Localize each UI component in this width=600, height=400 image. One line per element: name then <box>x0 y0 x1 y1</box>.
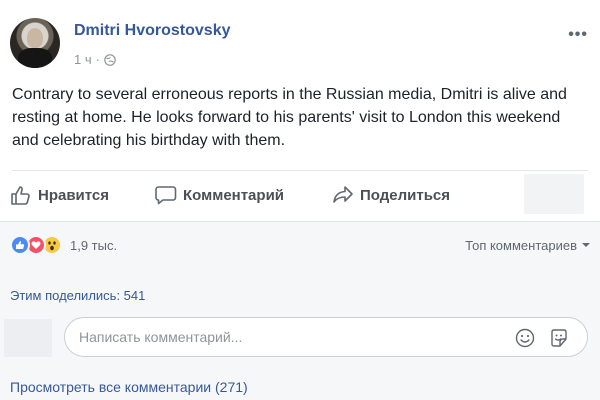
comment-input[interactable]: Написать комментарий... <box>64 317 588 357</box>
avatar-face <box>27 28 43 48</box>
post-header: Dmitri Hvorostovsky 1 ч · ••• <box>10 14 590 74</box>
reaction-count[interactable]: 1,9 тыс. <box>70 238 117 253</box>
sticker-icon[interactable] <box>549 328 569 348</box>
caret-down-icon <box>582 243 590 247</box>
meta-separator: · <box>95 52 100 67</box>
comment-button[interactable]: Комментарий <box>155 185 332 205</box>
reaction-icons[interactable] <box>10 235 62 255</box>
comment-input-placeholder: Написать комментарий... <box>79 329 243 345</box>
like-reaction-icon <box>10 235 30 255</box>
view-all-comments-link[interactable]: Просмотреть все комментарии (271) <box>10 379 248 395</box>
post-actions: Нравится Комментарий Поделиться <box>10 174 590 214</box>
author-name[interactable]: Dmitri Hvorostovsky <box>74 22 231 40</box>
globe-icon[interactable] <box>104 53 116 66</box>
like-button[interactable]: Нравится <box>10 185 155 205</box>
post-meta: 1 ч · <box>74 52 116 67</box>
comment-bubble-icon <box>155 186 177 205</box>
author-avatar[interactable] <box>10 18 60 68</box>
facebook-post: Dmitri Hvorostovsky 1 ч · ••• Contrary t… <box>0 0 600 400</box>
like-label: Нравится <box>38 186 110 204</box>
reactions-and-comments: 1,9 тыс. Топ комментариев Этим поделилис… <box>0 221 600 400</box>
page-avatar-placeholder[interactable] <box>524 174 584 214</box>
reactions-row: 1,9 тыс. Топ комментариев <box>10 234 590 256</box>
shares-count[interactable]: Этим поделились: 541 <box>10 288 145 303</box>
comment-sort-label: Топ комментариев <box>465 237 577 253</box>
post-text: Contrary to several erroneous reports in… <box>12 86 567 149</box>
share-arrow-icon <box>333 186 353 203</box>
thumbs-up-icon <box>11 186 30 205</box>
divider <box>12 170 588 171</box>
share-label: Поделиться <box>360 186 451 204</box>
post-time[interactable]: 1 ч <box>74 52 92 67</box>
comment-composer: Написать комментарий... <box>4 317 588 357</box>
share-button[interactable]: Поделиться <box>332 185 528 205</box>
comment-label: Комментарий <box>183 186 285 204</box>
more-options-icon[interactable]: ••• <box>568 26 588 44</box>
user-avatar-placeholder <box>4 319 52 357</box>
comment-sort-dropdown[interactable]: Топ комментариев <box>465 238 590 253</box>
emoji-icon[interactable] <box>515 328 535 348</box>
avatar-body <box>18 48 52 68</box>
